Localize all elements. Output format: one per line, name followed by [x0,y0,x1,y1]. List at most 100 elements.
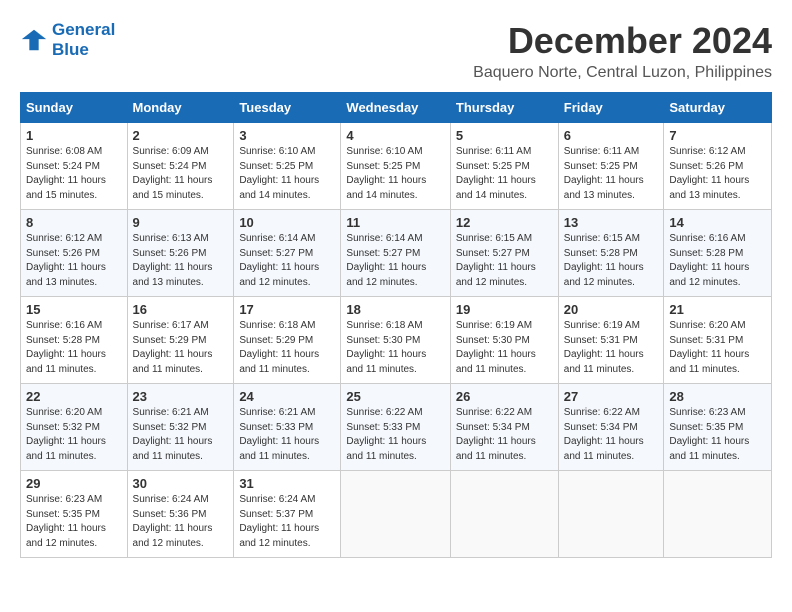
table-row: 9 Sunrise: 6:13 AM Sunset: 5:26 PM Dayli… [127,210,234,297]
table-row: 6 Sunrise: 6:11 AM Sunset: 5:25 PM Dayli… [558,123,664,210]
table-row: 18 Sunrise: 6:18 AM Sunset: 5:30 PM Dayl… [341,297,450,384]
table-row: 30 Sunrise: 6:24 AM Sunset: 5:36 PM Dayl… [127,471,234,558]
day-info: Sunrise: 6:13 AM Sunset: 5:26 PM Dayligh… [133,232,229,290]
day-info: Sunrise: 6:08 AM Sunset: 5:24 PM Dayligh… [26,145,122,203]
day-number: 28 [669,389,766,404]
day-number: 14 [669,215,766,230]
day-number: 25 [346,389,444,404]
day-info: Sunrise: 6:10 AM Sunset: 5:25 PM Dayligh… [239,145,335,203]
day-number: 22 [26,389,122,404]
table-row: 24 Sunrise: 6:21 AM Sunset: 5:33 PM Dayl… [234,384,341,471]
table-row: 7 Sunrise: 6:12 AM Sunset: 5:26 PM Dayli… [664,123,772,210]
table-row: 22 Sunrise: 6:20 AM Sunset: 5:32 PM Dayl… [21,384,128,471]
table-row: 15 Sunrise: 6:16 AM Sunset: 5:28 PM Dayl… [21,297,128,384]
day-info: Sunrise: 6:11 AM Sunset: 5:25 PM Dayligh… [456,145,553,203]
day-info: Sunrise: 6:22 AM Sunset: 5:34 PM Dayligh… [564,406,659,464]
location-subtitle: Baquero Norte, Central Luzon, Philippine… [473,64,772,82]
calendar-week-row: 29 Sunrise: 6:23 AM Sunset: 5:35 PM Dayl… [21,471,772,558]
day-number: 30 [133,476,229,491]
table-row: 31 Sunrise: 6:24 AM Sunset: 5:37 PM Dayl… [234,471,341,558]
table-row: 17 Sunrise: 6:18 AM Sunset: 5:29 PM Dayl… [234,297,341,384]
calendar-header-row: Sunday Monday Tuesday Wednesday Thursday… [21,93,772,123]
calendar-table: Sunday Monday Tuesday Wednesday Thursday… [20,92,772,558]
day-info: Sunrise: 6:10 AM Sunset: 5:25 PM Dayligh… [346,145,444,203]
day-number: 4 [346,128,444,143]
day-info: Sunrise: 6:16 AM Sunset: 5:28 PM Dayligh… [669,232,766,290]
calendar-week-row: 15 Sunrise: 6:16 AM Sunset: 5:28 PM Dayl… [21,297,772,384]
calendar-week-row: 22 Sunrise: 6:20 AM Sunset: 5:32 PM Dayl… [21,384,772,471]
table-row [341,471,450,558]
table-row: 8 Sunrise: 6:12 AM Sunset: 5:26 PM Dayli… [21,210,128,297]
logo-icon [20,26,48,54]
day-info: Sunrise: 6:15 AM Sunset: 5:27 PM Dayligh… [456,232,553,290]
title-block: December 2024 Baquero Norte, Central Luz… [473,20,772,82]
day-info: Sunrise: 6:24 AM Sunset: 5:37 PM Dayligh… [239,493,335,551]
day-number: 6 [564,128,659,143]
day-number: 10 [239,215,335,230]
header-thursday: Thursday [450,93,558,123]
day-info: Sunrise: 6:09 AM Sunset: 5:24 PM Dayligh… [133,145,229,203]
day-number: 15 [26,302,122,317]
day-number: 3 [239,128,335,143]
table-row [450,471,558,558]
day-info: Sunrise: 6:21 AM Sunset: 5:32 PM Dayligh… [133,406,229,464]
day-number: 13 [564,215,659,230]
calendar-week-row: 8 Sunrise: 6:12 AM Sunset: 5:26 PM Dayli… [21,210,772,297]
day-info: Sunrise: 6:18 AM Sunset: 5:29 PM Dayligh… [239,319,335,377]
day-info: Sunrise: 6:20 AM Sunset: 5:31 PM Dayligh… [669,319,766,377]
table-row: 16 Sunrise: 6:17 AM Sunset: 5:29 PM Dayl… [127,297,234,384]
header-saturday: Saturday [664,93,772,123]
header-sunday: Sunday [21,93,128,123]
day-info: Sunrise: 6:19 AM Sunset: 5:31 PM Dayligh… [564,319,659,377]
day-number: 21 [669,302,766,317]
day-info: Sunrise: 6:11 AM Sunset: 5:25 PM Dayligh… [564,145,659,203]
table-row: 23 Sunrise: 6:21 AM Sunset: 5:32 PM Dayl… [127,384,234,471]
table-row: 11 Sunrise: 6:14 AM Sunset: 5:27 PM Dayl… [341,210,450,297]
table-row: 21 Sunrise: 6:20 AM Sunset: 5:31 PM Dayl… [664,297,772,384]
day-info: Sunrise: 6:20 AM Sunset: 5:32 PM Dayligh… [26,406,122,464]
day-number: 26 [456,389,553,404]
day-number: 9 [133,215,229,230]
day-info: Sunrise: 6:22 AM Sunset: 5:33 PM Dayligh… [346,406,444,464]
day-number: 20 [564,302,659,317]
day-number: 16 [133,302,229,317]
table-row: 27 Sunrise: 6:22 AM Sunset: 5:34 PM Dayl… [558,384,664,471]
table-row: 29 Sunrise: 6:23 AM Sunset: 5:35 PM Dayl… [21,471,128,558]
table-row: 10 Sunrise: 6:14 AM Sunset: 5:27 PM Dayl… [234,210,341,297]
day-info: Sunrise: 6:22 AM Sunset: 5:34 PM Dayligh… [456,406,553,464]
header-friday: Friday [558,93,664,123]
header-monday: Monday [127,93,234,123]
table-row: 28 Sunrise: 6:23 AM Sunset: 5:35 PM Dayl… [664,384,772,471]
header-tuesday: Tuesday [234,93,341,123]
day-info: Sunrise: 6:21 AM Sunset: 5:33 PM Dayligh… [239,406,335,464]
day-number: 23 [133,389,229,404]
day-info: Sunrise: 6:23 AM Sunset: 5:35 PM Dayligh… [26,493,122,551]
day-info: Sunrise: 6:24 AM Sunset: 5:36 PM Dayligh… [133,493,229,551]
day-number: 12 [456,215,553,230]
table-row: 3 Sunrise: 6:10 AM Sunset: 5:25 PM Dayli… [234,123,341,210]
day-info: Sunrise: 6:18 AM Sunset: 5:30 PM Dayligh… [346,319,444,377]
page-header: General Blue December 2024 Baquero Norte… [20,20,772,82]
day-number: 29 [26,476,122,491]
day-number: 5 [456,128,553,143]
day-number: 18 [346,302,444,317]
table-row: 19 Sunrise: 6:19 AM Sunset: 5:30 PM Dayl… [450,297,558,384]
table-row [664,471,772,558]
day-info: Sunrise: 6:17 AM Sunset: 5:29 PM Dayligh… [133,319,229,377]
day-info: Sunrise: 6:15 AM Sunset: 5:28 PM Dayligh… [564,232,659,290]
day-number: 17 [239,302,335,317]
day-number: 31 [239,476,335,491]
table-row: 20 Sunrise: 6:19 AM Sunset: 5:31 PM Dayl… [558,297,664,384]
table-row: 2 Sunrise: 6:09 AM Sunset: 5:24 PM Dayli… [127,123,234,210]
logo: General Blue [20,20,115,59]
day-number: 7 [669,128,766,143]
table-row: 12 Sunrise: 6:15 AM Sunset: 5:27 PM Dayl… [450,210,558,297]
table-row: 14 Sunrise: 6:16 AM Sunset: 5:28 PM Dayl… [664,210,772,297]
table-row: 25 Sunrise: 6:22 AM Sunset: 5:33 PM Dayl… [341,384,450,471]
day-number: 8 [26,215,122,230]
table-row: 1 Sunrise: 6:08 AM Sunset: 5:24 PM Dayli… [21,123,128,210]
calendar-week-row: 1 Sunrise: 6:08 AM Sunset: 5:24 PM Dayli… [21,123,772,210]
logo-text: General Blue [52,20,115,59]
day-info: Sunrise: 6:16 AM Sunset: 5:28 PM Dayligh… [26,319,122,377]
day-info: Sunrise: 6:14 AM Sunset: 5:27 PM Dayligh… [239,232,335,290]
